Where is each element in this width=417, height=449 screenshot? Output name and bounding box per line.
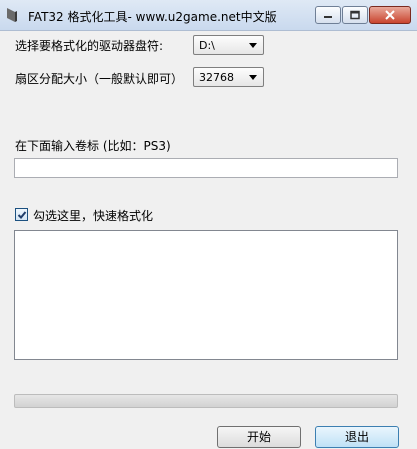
exit-button[interactable]: 退出	[315, 426, 399, 448]
volume-label-input[interactable]	[14, 158, 398, 178]
maximize-icon	[350, 10, 360, 20]
progress-bar	[14, 394, 398, 408]
quick-format-checkbox[interactable]	[15, 208, 28, 221]
minimize-button[interactable]	[315, 6, 341, 24]
close-button[interactable]	[369, 6, 411, 24]
chevron-down-icon	[249, 75, 257, 80]
drive-select-value: D:\	[199, 39, 215, 52]
cluster-size-label: 扇区分配大小（一般默认即可）	[15, 72, 184, 86]
app-icon	[7, 8, 17, 22]
drive-select[interactable]: D:\	[193, 35, 264, 55]
chevron-down-icon	[249, 43, 257, 48]
quick-format-label: 勾选这里，快速格式化	[33, 209, 154, 223]
window-title: FAT32 格式化工具- www.u2game.net中文版	[28, 10, 277, 24]
close-icon	[385, 10, 395, 20]
minimize-icon	[324, 16, 332, 18]
cluster-size-select[interactable]: 32768	[193, 67, 264, 87]
checkmark-icon	[17, 211, 27, 219]
title-bar: FAT32 格式化工具- www.u2game.net中文版	[0, 0, 417, 31]
maximize-button[interactable]	[342, 6, 368, 24]
cluster-size-value: 32768	[199, 71, 234, 84]
start-button[interactable]: 开始	[217, 426, 301, 448]
log-output[interactable]	[14, 230, 398, 360]
volume-label-caption: 在下面输入卷标 (比如：PS3)	[15, 139, 171, 153]
drive-label: 选择要格式化的驱动器盘符:	[15, 39, 164, 53]
